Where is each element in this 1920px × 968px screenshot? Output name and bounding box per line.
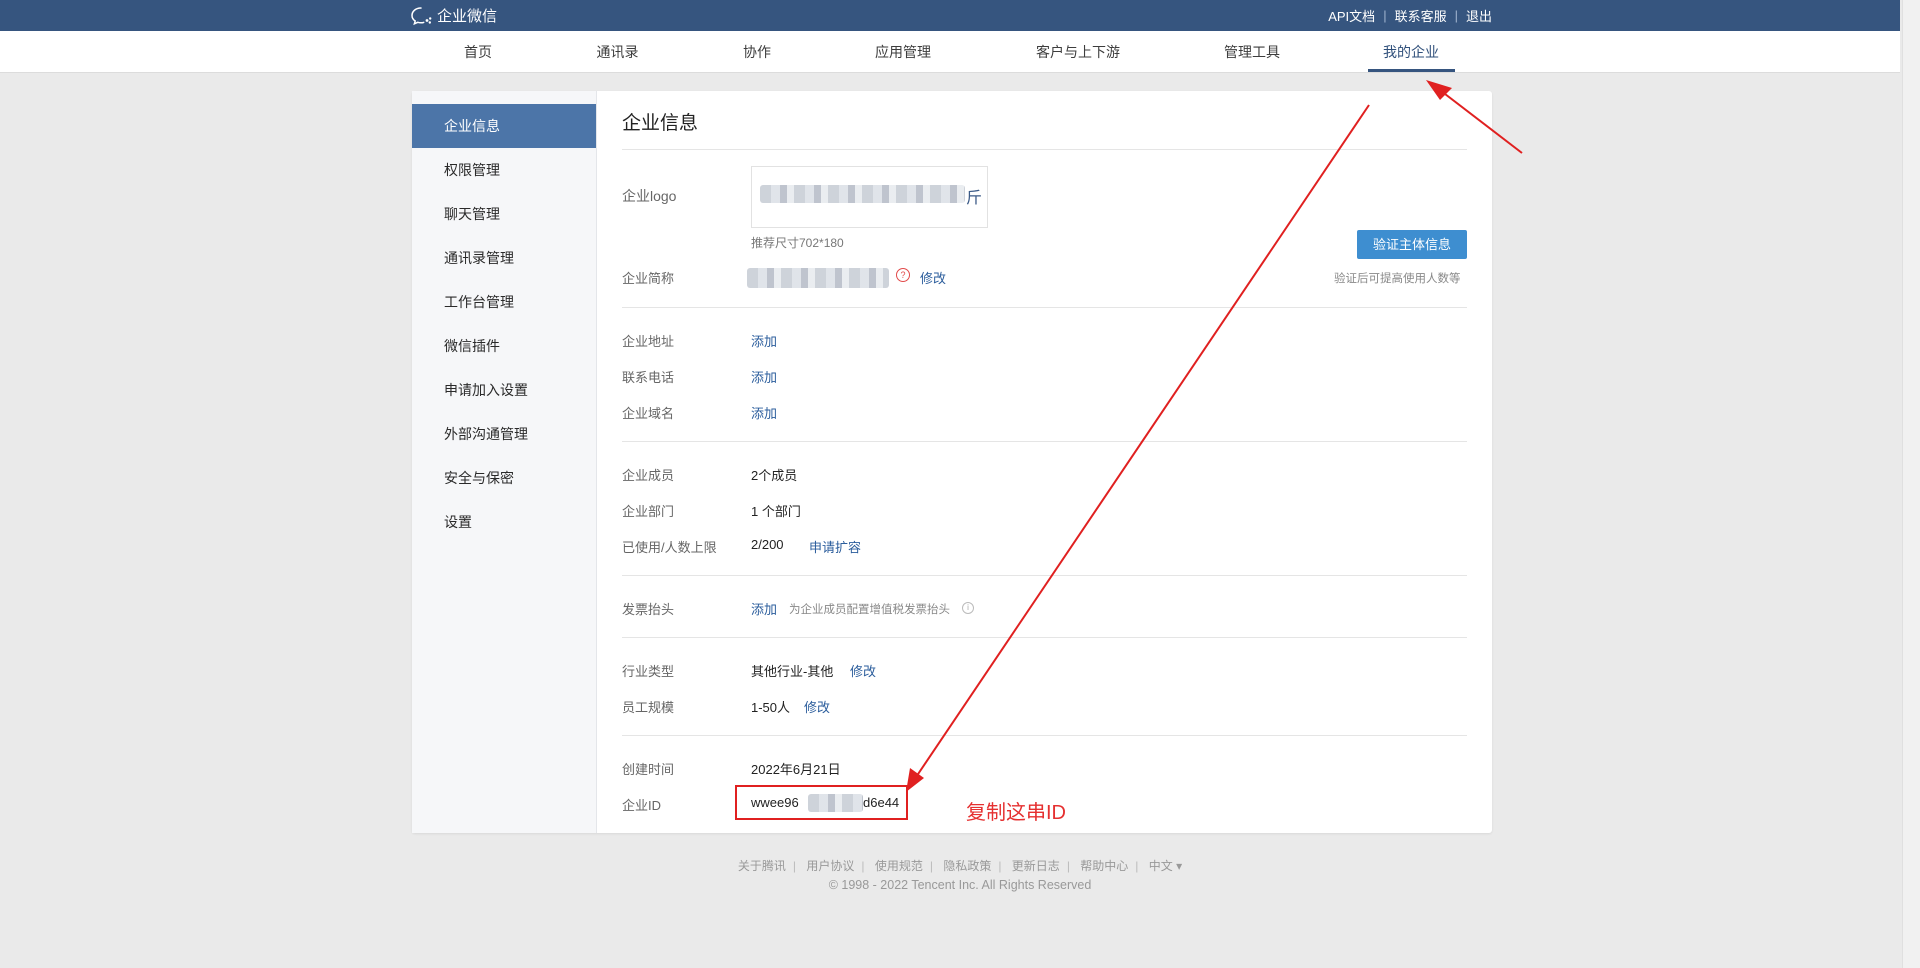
separator: | bbox=[792, 859, 796, 873]
footer-link-rules[interactable]: 使用规范 bbox=[875, 859, 923, 873]
nav-app-management[interactable]: 应用管理 bbox=[873, 31, 933, 72]
active-tab-indicator bbox=[1368, 69, 1455, 72]
sidebar-item-security[interactable]: 安全与保密 bbox=[412, 456, 596, 500]
invoice-hint: 为企业成员配置增值税发票抬头 bbox=[789, 604, 950, 616]
copyright: © 1998 - 2022 Tencent Inc. All Rights Re… bbox=[828, 878, 1092, 892]
divider bbox=[622, 307, 1467, 308]
add-phone-link[interactable]: 添加 bbox=[751, 367, 777, 386]
verify-hint: 验证后可提高使用人数等 bbox=[1334, 273, 1461, 285]
separator: | bbox=[1135, 859, 1139, 873]
footer-link-changelog[interactable]: 更新日志 bbox=[1012, 859, 1060, 873]
domain-label: 企业域名 bbox=[622, 406, 675, 421]
corp-id-highlight-box bbox=[735, 785, 908, 820]
api-docs-link[interactable]: API文档 bbox=[1328, 6, 1375, 25]
address-label: 企业地址 bbox=[622, 334, 675, 349]
created-label: 创建时间 bbox=[622, 762, 675, 777]
page-title: 企业信息 bbox=[622, 113, 699, 134]
nav-contacts[interactable]: 通讯录 bbox=[595, 31, 640, 72]
sidebar-item-settings[interactable]: 设置 bbox=[412, 500, 596, 544]
divider bbox=[622, 575, 1467, 576]
add-invoice-link[interactable]: 添加 bbox=[751, 599, 777, 618]
nav-my-enterprise[interactable]: 我的企业 bbox=[1380, 31, 1442, 72]
members-value: 2个成员 bbox=[751, 468, 798, 483]
sidebar-item-workbench[interactable]: 工作台管理 bbox=[412, 280, 596, 324]
sidebar-item-enterprise-info[interactable]: 企业信息 bbox=[412, 104, 596, 148]
scale-value: 1-50人 bbox=[751, 700, 791, 715]
separator: | bbox=[1383, 8, 1387, 23]
separator: | bbox=[998, 859, 1002, 873]
divider bbox=[622, 735, 1467, 736]
add-domain-link[interactable]: 添加 bbox=[751, 403, 777, 422]
divider bbox=[622, 149, 1467, 150]
departments-value: 1 个部门 bbox=[751, 504, 801, 519]
industry-label: 行业类型 bbox=[622, 664, 675, 679]
info-icon[interactable]: i bbox=[962, 602, 974, 614]
nav-collaboration[interactable]: 协作 bbox=[741, 31, 773, 72]
logo-tail-char: 斤 bbox=[966, 190, 983, 207]
sidebar-item-chat-management[interactable]: 聊天管理 bbox=[412, 192, 596, 236]
apply-expansion-link[interactable]: 申请扩容 bbox=[809, 537, 861, 556]
wecom-logo-icon bbox=[411, 6, 433, 26]
sidebar-item-permissions[interactable]: 权限管理 bbox=[412, 148, 596, 192]
logout-link[interactable]: 退出 bbox=[1466, 6, 1492, 25]
footer-links: 关于腾讯 | 用户协议 | 使用规范 | 隐私政策 | 更新日志 | 帮助中心 | 中文 ▾ bbox=[0, 857, 1920, 874]
sidebar-item-contacts-management[interactable]: 通讯录管理 bbox=[412, 236, 596, 280]
nav-management-tools[interactable]: 管理工具 bbox=[1222, 31, 1282, 72]
add-address-link[interactable]: 添加 bbox=[751, 331, 777, 350]
copy-id-annotation: 复制这串ID bbox=[966, 802, 1066, 824]
divider bbox=[622, 441, 1467, 442]
usage-value: 2/200 bbox=[751, 537, 784, 552]
separator: | bbox=[929, 859, 933, 873]
top-links: API文档 | 联系客服 | 退出 bbox=[1328, 0, 1492, 31]
footer-link-privacy[interactable]: 隐私政策 bbox=[943, 859, 991, 873]
brand-name: 企业微信 bbox=[437, 8, 498, 25]
page-scrollbar[interactable] bbox=[1902, 0, 1920, 968]
industry-value: 其他行业-其他 bbox=[751, 664, 834, 679]
sidebar: 企业信息 权限管理 聊天管理 通讯录管理 工作台管理 微信插件 申请加入设置 外… bbox=[412, 91, 597, 833]
logo-redacted bbox=[760, 185, 965, 203]
help-icon[interactable]: ? bbox=[896, 268, 910, 282]
usage-label: 已使用/人数上限 bbox=[622, 540, 717, 555]
verify-entity-button[interactable]: 验证主体信息 bbox=[1357, 230, 1467, 259]
separator: | bbox=[861, 859, 865, 873]
created-value: 2022年6月21日 bbox=[751, 762, 841, 777]
logo-size-hint: 推荐尺寸702*180 bbox=[751, 236, 844, 250]
footer-link-about[interactable]: 关于腾讯 bbox=[738, 859, 786, 873]
footer-link-agreement[interactable]: 用户协议 bbox=[806, 859, 854, 873]
separator: | bbox=[1454, 8, 1458, 23]
top-bar: 企业微信 API文档 | 联系客服 | 退出 bbox=[0, 0, 1900, 31]
short-name-redacted bbox=[747, 268, 889, 288]
edit-short-name-link[interactable]: 修改 bbox=[920, 268, 946, 287]
brand[interactable]: 企业微信 bbox=[411, 0, 497, 31]
main-nav: 首页 通讯录 协作 应用管理 客户与上下游 管理工具 我的企业 bbox=[0, 31, 1900, 73]
contact-support-link[interactable]: 联系客服 bbox=[1395, 6, 1447, 25]
edit-industry-link[interactable]: 修改 bbox=[850, 661, 876, 680]
corp-id-label: 企业ID bbox=[622, 798, 662, 813]
nav-home[interactable]: 首页 bbox=[462, 31, 494, 72]
language-selector[interactable]: 中文 ▾ bbox=[1149, 859, 1182, 873]
departments-label: 企业部门 bbox=[622, 504, 675, 519]
sidebar-item-join-settings[interactable]: 申请加入设置 bbox=[412, 368, 596, 412]
logo-label: 企业logo bbox=[622, 188, 677, 204]
footer-link-help[interactable]: 帮助中心 bbox=[1080, 859, 1128, 873]
divider bbox=[622, 637, 1467, 638]
short-name-label: 企业简称 bbox=[622, 271, 675, 286]
invoice-label: 发票抬头 bbox=[622, 602, 675, 617]
sidebar-item-external-comm[interactable]: 外部沟通管理 bbox=[412, 412, 596, 456]
enterprise-logo[interactable]: 斤 bbox=[751, 166, 988, 228]
phone-label: 联系电话 bbox=[622, 370, 675, 385]
edit-scale-link[interactable]: 修改 bbox=[804, 697, 830, 716]
nav-customers[interactable]: 客户与上下游 bbox=[1034, 31, 1122, 72]
scale-label: 员工规模 bbox=[622, 700, 675, 715]
members-label: 企业成员 bbox=[622, 468, 675, 483]
separator: | bbox=[1066, 859, 1070, 873]
sidebar-item-wechat-plugin[interactable]: 微信插件 bbox=[412, 324, 596, 368]
